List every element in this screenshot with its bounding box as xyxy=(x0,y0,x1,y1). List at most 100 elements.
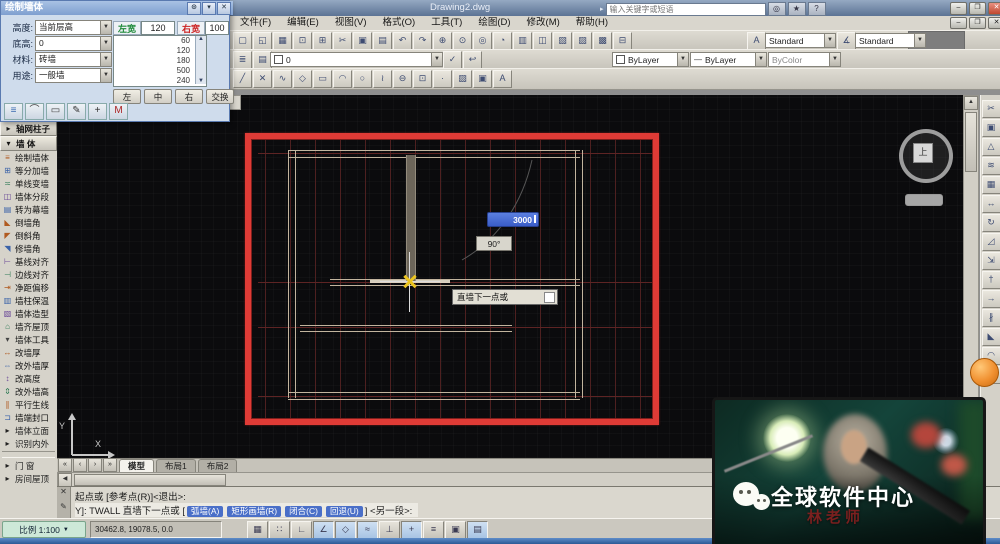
scroll-left-arrow[interactable]: ◀ xyxy=(58,473,72,487)
viewcube[interactable]: 上 xyxy=(913,143,933,163)
sidebar-item[interactable]: ≡ 绘制墙体 xyxy=(0,151,57,164)
layer-previous-icon[interactable]: ↩ xyxy=(463,51,482,69)
communication-center-icon[interactable]: ◎ xyxy=(768,2,786,16)
right-width-value[interactable]: 100 xyxy=(205,21,229,35)
dynamic-input-value[interactable]: 3000 xyxy=(487,212,539,227)
arc-icon[interactable]: ◠ xyxy=(333,70,352,88)
trim-icon[interactable]: † xyxy=(982,271,1000,289)
scale-selector[interactable]: 比例 1:100▼ xyxy=(2,521,86,538)
zoom-previous-icon[interactable]: ◔ xyxy=(493,32,512,50)
align-button[interactable]: 中 xyxy=(144,89,172,104)
m-marker-icon[interactable]: M xyxy=(109,103,128,120)
color-control-dropdown[interactable]: ByLayer▼ xyxy=(612,52,689,67)
command-grip[interactable]: ✕ ✎ xyxy=(57,487,71,519)
undo-icon[interactable]: ↶ xyxy=(393,32,412,50)
menu-item[interactable]: 工具(T) xyxy=(423,16,470,29)
horizontal-scroll-thumb[interactable] xyxy=(74,474,226,486)
zoom-realtime-icon[interactable]: ⊙ xyxy=(453,32,472,50)
offset-icon[interactable]: ≋ xyxy=(982,157,1000,175)
point-icon[interactable]: · xyxy=(433,70,452,88)
spline-icon[interactable]: ≀ xyxy=(373,70,392,88)
sidebar-item[interactable]: ⊣ 边线对齐 xyxy=(0,268,57,281)
sidebar-item[interactable]: ◣ 倒墙角 xyxy=(0,216,57,229)
vertical-scroll-thumb[interactable] xyxy=(965,112,977,172)
sidebar-item[interactable]: ↔ 改墙厚 xyxy=(0,346,57,359)
sidebar-item[interactable]: ▸ 轴网柱子 xyxy=(0,121,57,136)
cross-snap-icon[interactable]: + xyxy=(88,103,107,120)
cut-icon[interactable]: ✂ xyxy=(333,32,352,50)
sidebar-item[interactable]: ▧ 墙体造型 xyxy=(0,307,57,320)
preset-row[interactable]: 240 xyxy=(114,76,206,86)
grid-toggle[interactable]: ∷ xyxy=(269,521,290,539)
mtext-icon[interactable]: A xyxy=(493,70,512,88)
tab-layout2[interactable]: 布局2 xyxy=(198,459,238,473)
qnew-icon[interactable]: ▢ xyxy=(233,32,252,50)
chamfer-icon[interactable]: ◣ xyxy=(982,328,1000,346)
plot-icon[interactable]: ⊡ xyxy=(293,32,312,50)
snap-toggle[interactable]: ▦ xyxy=(247,521,268,539)
dialog-close-icon[interactable]: ✕ xyxy=(217,2,231,15)
stretch-icon[interactable]: ⇲ xyxy=(982,252,1000,270)
save-icon[interactable]: ▦ xyxy=(273,32,292,50)
sheetset-icon[interactable]: ▨ xyxy=(573,32,592,50)
move-icon[interactable]: ↔ xyxy=(982,195,1000,213)
tab-model[interactable]: 模型 xyxy=(119,459,154,473)
linetype-control-dropdown[interactable]: — ByLayer▼ xyxy=(690,52,767,67)
sidebar-item[interactable]: ◫ 墙体分段 xyxy=(0,190,57,203)
arc-wall-icon[interactable]: ⌒ xyxy=(25,103,44,120)
sidebar-item[interactable]: ⌂ 墙齐屋顶 xyxy=(0,320,57,333)
dialog-pin-icon[interactable]: ⊙ xyxy=(187,2,201,15)
qcalc-icon[interactable]: ⊟ xyxy=(613,32,632,50)
command-prompt-line[interactable]: Y]: TWALL 直墙下一点或 [弧墙(A)矩形画墙(R)闭合(C)回退(U)… xyxy=(75,503,418,517)
field-dropdown[interactable]: 一般墙▼ xyxy=(35,68,112,83)
child-close-button[interactable]: ✕ xyxy=(988,17,1000,29)
otrack-toggle[interactable]: ≈ xyxy=(357,521,378,539)
command-close-icon[interactable]: ✕ xyxy=(57,487,70,496)
sidebar-item[interactable]: ◥ 修墙角 xyxy=(0,242,57,255)
menu-item[interactable]: 帮助(H) xyxy=(568,16,616,29)
dialog-title-bar[interactable]: 绘制墙体 ⊙▾✕ xyxy=(1,1,233,15)
sidebar-item[interactable]: ▸ 门 窗 xyxy=(0,459,57,472)
paste-icon[interactable]: ▤ xyxy=(373,32,392,50)
markup-icon[interactable]: ▩ xyxy=(593,32,612,50)
sidebar-item[interactable]: ⇥ 净距偏移 xyxy=(0,281,57,294)
model-toggle[interactable]: ▤ xyxy=(467,521,488,539)
extend-icon[interactable]: → xyxy=(982,290,1000,308)
scale-icon[interactable]: ◿ xyxy=(982,233,1000,251)
tab-scroll-arrow[interactable]: ‹ xyxy=(73,458,87,472)
sidebar-item[interactable]: ↕ 改高度 xyxy=(0,372,57,385)
dialog-rollup-icon[interactable]: ▾ xyxy=(202,2,216,15)
scroll-up-arrow[interactable]: ▲ xyxy=(964,96,978,110)
wall-width-preset-list[interactable]: 60120180500240 ▲ ▼ xyxy=(113,35,207,87)
copy-clip-icon[interactable]: ▣ xyxy=(353,32,372,50)
sidebar-item[interactable]: ▸ 识别内外 xyxy=(0,437,57,450)
array-icon[interactable]: ▦ xyxy=(982,176,1000,194)
command-option-chip[interactable]: 弧墙(A) xyxy=(187,506,223,517)
pick-pen-icon[interactable]: ✎ xyxy=(67,103,86,120)
close-button[interactable]: ✕ xyxy=(988,2,1000,15)
text-style-icon[interactable]: A xyxy=(747,32,766,50)
preset-row[interactable]: 60 xyxy=(114,36,206,46)
tab-layout1[interactable]: 布局1 xyxy=(156,459,196,473)
command-option-chip[interactable]: 闭合(C) xyxy=(285,506,322,517)
layer-properties-icon[interactable]: ≣ xyxy=(233,51,252,69)
view-controls-pill[interactable] xyxy=(905,194,943,206)
polygon-icon[interactable]: ◇ xyxy=(293,70,312,88)
sidebar-item[interactable]: ⇔ 改外墙厚 xyxy=(0,359,57,372)
scroll-up-arrow[interactable]: ▲ xyxy=(196,36,206,42)
scroll-down-arrow[interactable]: ▼ xyxy=(196,78,206,84)
child-minimize-button[interactable]: – xyxy=(950,17,967,29)
menu-item[interactable]: 格式(O) xyxy=(374,16,423,29)
dynamic-input-angle[interactable]: 90° xyxy=(476,236,512,251)
dim-style-icon[interactable]: ∡ xyxy=(837,32,856,50)
minimize-button[interactable]: – xyxy=(950,2,967,15)
ortho-toggle[interactable]: ∟ xyxy=(291,521,312,539)
sidebar-item[interactable]: ⊐ 墙端封口 xyxy=(0,411,57,424)
pan-icon[interactable]: ⊕ xyxy=(433,32,452,50)
sidebar-item[interactable]: ▤ 转为幕墙 xyxy=(0,203,57,216)
sidebar-item[interactable]: ◤ 倒斜角 xyxy=(0,229,57,242)
sidebar-item[interactable] xyxy=(2,451,55,458)
lwt-toggle[interactable]: ≡ xyxy=(423,521,444,539)
command-option-chip[interactable]: 回退(U) xyxy=(326,506,363,517)
preset-list-scrollbar[interactable]: ▲ ▼ xyxy=(195,36,206,84)
